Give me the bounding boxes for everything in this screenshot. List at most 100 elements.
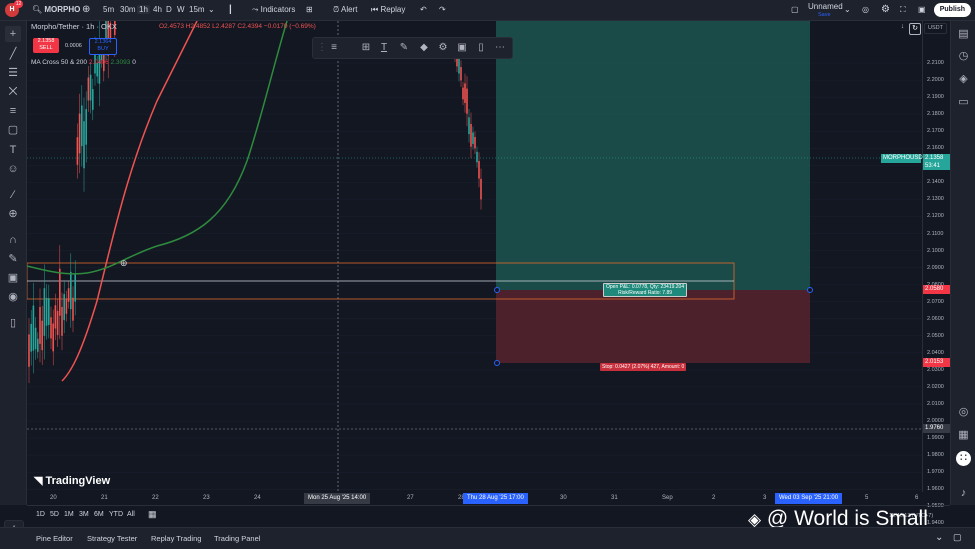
ruler-icon[interactable]: ∕ <box>5 187 21 203</box>
chevron-down-icon[interactable]: ⌄ <box>844 0 851 20</box>
camera-icon[interactable]: ▣ <box>918 0 926 20</box>
projection-icon[interactable]: ≡ <box>5 103 21 119</box>
chevron-down-icon[interactable]: ⌄ <box>208 0 215 20</box>
collapse-panel-icon[interactable]: ⌄ <box>935 532 943 543</box>
apps-icon[interactable]: ∷ <box>956 451 971 466</box>
shapes-icon[interactable]: ▢ <box>5 122 21 138</box>
indicators-button[interactable]: ⤳ Indicators <box>252 0 295 20</box>
fill-color-icon[interactable]: ◆ <box>417 40 431 55</box>
magnet-icon[interactable]: ∩ <box>5 232 21 248</box>
chart-pane[interactable]: ⊕ Open P&L: 0.0778, Qty: 23419.204 Risk/… <box>27 21 922 492</box>
layout-name-button[interactable]: Unnamed Save <box>808 2 843 22</box>
range-6m[interactable]: 6M <box>94 511 104 518</box>
tab-trading-panel[interactable]: Trading Panel <box>214 534 260 543</box>
timeframe-w[interactable]: W <box>177 0 185 20</box>
indicator-legend[interactable]: MA Cross 50 & 200 2.0406 2.3093 0 <box>31 59 136 66</box>
tab-strategy-tester[interactable]: Strategy Tester <box>87 534 137 543</box>
eye-icon[interactable]: ◉ <box>5 289 21 305</box>
trash-icon[interactable]: ▯ <box>474 40 488 55</box>
candle-body <box>63 294 65 321</box>
lock-icon[interactable]: ▣ <box>455 40 469 55</box>
redo-icon[interactable]: ↷ <box>439 0 446 20</box>
maximize-panel-icon[interactable]: ▢ <box>953 532 962 543</box>
timeframe-4h[interactable]: 4h <box>153 0 162 20</box>
price-tick: 2.1200 <box>927 213 944 220</box>
arrow-down-icon[interactable]: ↓ <box>898 23 907 32</box>
timeframe-30m[interactable]: 30m <box>120 0 136 20</box>
timeframe-d[interactable]: D <box>166 0 172 20</box>
timeframe-1h[interactable]: 1h <box>137 5 150 14</box>
sell-button[interactable]: 2.1358 SELL <box>33 38 59 53</box>
candle-body <box>476 151 478 163</box>
gear-icon[interactable]: ⚙ <box>436 40 450 55</box>
range-1d[interactable]: 1D <box>36 511 45 518</box>
replay-icon: ⏮︎ <box>371 5 379 14</box>
layout-grid-icon[interactable]: ⊞ <box>306 0 313 20</box>
buy-button[interactable]: 2.1364 BUY <box>89 38 117 55</box>
price-tick: 2.1600 <box>927 145 944 152</box>
plus-icon[interactable]: ⊕ <box>82 0 90 20</box>
candle-body <box>65 298 68 314</box>
target-icon[interactable]: ◎ <box>956 405 971 420</box>
range-all[interactable]: All <box>127 511 135 518</box>
candle-body <box>48 298 50 325</box>
alerts-clock-icon[interactable]: ◷ <box>956 49 971 64</box>
undo-icon[interactable]: ↶ <box>420 0 427 20</box>
zoom-icon[interactable]: ⊕ <box>5 206 21 222</box>
timeframe-15m[interactable]: 15m <box>189 0 205 20</box>
tab-replay-trading[interactable]: Replay Trading <box>151 534 201 543</box>
pattern-icon[interactable]: ⨉ <box>5 84 21 100</box>
buy-price: 2.1364 <box>94 39 112 45</box>
date-range-icon[interactable]: ▦ <box>148 509 157 520</box>
crosshair-icon[interactable]: + <box>5 26 21 42</box>
legend-title[interactable]: Morpho/Tether · 1h · OKX <box>31 22 117 31</box>
fullscreen-icon[interactable]: ⛶ <box>900 0 906 20</box>
range-1m[interactable]: 1M <box>64 511 74 518</box>
emoji-icon[interactable]: ☺ <box>5 161 21 177</box>
position-handle-left[interactable] <box>494 287 500 293</box>
tab-pine-editor[interactable]: Pine Editor <box>36 534 73 543</box>
range-3m[interactable]: 3M <box>79 511 89 518</box>
crosshair-time-label: Mon 25 Aug '25 14:00 <box>304 493 371 504</box>
currency-select[interactable]: USDT <box>924 23 947 34</box>
candle-body <box>474 136 476 149</box>
target-zone[interactable] <box>496 21 810 290</box>
price-tick: 2.0300 <box>927 366 944 373</box>
line-color-icon[interactable]: ✎ <box>397 40 411 55</box>
fib-icon[interactable]: ☰ <box>5 65 21 81</box>
calendar-icon[interactable]: ▦ <box>956 428 971 443</box>
alert-button[interactable]: ⏰︎ Alert <box>333 0 357 20</box>
range-ytd[interactable]: YTD <box>109 511 123 518</box>
search-icon[interactable]: ◎ <box>862 0 869 20</box>
template-icon[interactable]: ⊞ <box>359 40 373 55</box>
range-5d[interactable]: 5D <box>50 511 59 518</box>
more-icon[interactable]: ⋯ <box>493 40 507 55</box>
text-icon[interactable]: T <box>5 142 21 158</box>
timeframe-5m[interactable]: 5m <box>103 0 114 20</box>
gear-icon[interactable]: ⚙ <box>881 0 890 20</box>
symbol-search[interactable]: 🔍︎ MORPHO <box>32 0 80 20</box>
lock-icon[interactable]: ▣ <box>5 270 21 286</box>
bell-icon[interactable]: ♪ <box>956 486 971 501</box>
time-tick: 30 <box>560 495 567 501</box>
price-tick: 2.1800 <box>927 111 944 118</box>
layout-icon[interactable]: ▢ <box>791 0 799 20</box>
replay-button[interactable]: ⏮︎ Replay <box>371 0 405 20</box>
chat-icon[interactable]: ▭ <box>956 95 971 110</box>
price-chart[interactable]: ⊕ <box>27 21 922 492</box>
price-axis[interactable]: USDT 2.2100 2.2000 2.1900 2.1800 2.1700 2.160… <box>881 21 951 526</box>
stop-zone[interactable] <box>496 290 810 363</box>
position-handle-right[interactable] <box>807 287 813 293</box>
time-axis[interactable]: 20212223242627283031Sep2356 Mon 25 Aug '… <box>27 492 922 505</box>
position-handle-stop[interactable] <box>494 360 500 366</box>
candles-icon[interactable]: ┃ <box>228 0 233 20</box>
settings-list-icon[interactable]: ≡ <box>327 40 341 55</box>
trash-icon[interactable]: ▯ <box>5 315 21 331</box>
publish-button[interactable]: Publish <box>933 3 971 17</box>
auto-scale-icon[interactable]: ↻ <box>909 23 921 35</box>
layers-icon[interactable]: ◈ <box>956 72 971 87</box>
text-color-icon[interactable]: T <box>377 40 391 55</box>
pencil-lock-icon[interactable]: ✎ <box>5 251 21 267</box>
watchlist-icon[interactable]: ▤ <box>956 27 971 42</box>
trend-line-icon[interactable]: ╱ <box>5 46 21 62</box>
